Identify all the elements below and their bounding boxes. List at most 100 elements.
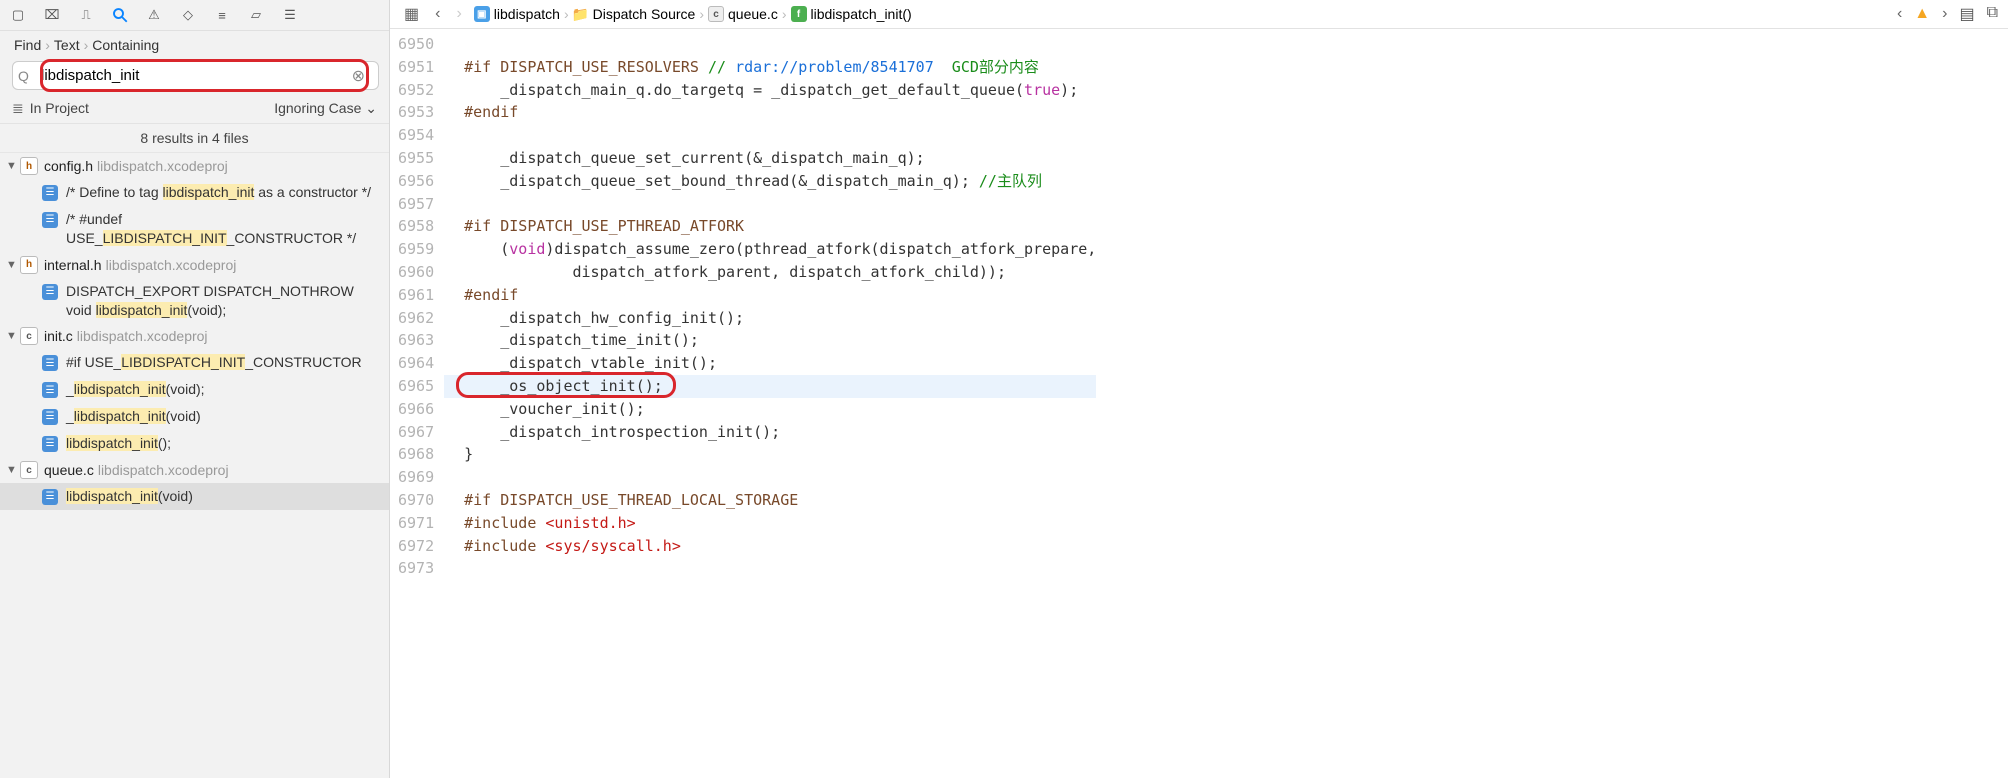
code-line[interactable]: dispatch_atfork_parent, dispatch_atfork_…: [444, 261, 1096, 284]
file-result-row[interactable]: ▼cqueue.clibdispatch.xcodeproj: [0, 457, 389, 483]
file-project: libdispatch.xcodeproj: [77, 328, 208, 344]
code-line[interactable]: [444, 466, 1096, 489]
code-line[interactable]: }: [444, 443, 1096, 466]
code-line[interactable]: #if DISPATCH_USE_THREAD_LOCAL_STORAGE: [444, 489, 1096, 512]
search-scope-row: ≣In Project Ignoring Case ⌄: [0, 96, 389, 124]
disclosure-icon[interactable]: ▼: [6, 259, 20, 271]
code-line[interactable]: [444, 124, 1096, 147]
scope-left[interactable]: ≣In Project: [12, 100, 89, 117]
code-content[interactable]: #if DISPATCH_USE_RESOLVERS // rdar://pro…: [444, 29, 1096, 778]
file-result-row[interactable]: ▼c init.clibdispatch.xcodeproj: [0, 323, 389, 349]
file-name: queue.c: [44, 462, 94, 478]
disclosure-icon[interactable]: ▼: [6, 330, 20, 342]
code-line[interactable]: _dispatch_time_init();: [444, 329, 1096, 352]
case-option[interactable]: Ignoring Case ⌄: [274, 100, 377, 117]
path-breadcrumb[interactable]: ▣ libdispatch › 📁 Dispatch Source › c qu…: [474, 6, 912, 22]
disclosure-icon[interactable]: ▼: [6, 464, 20, 476]
prev-issue-button[interactable]: ‹: [1893, 5, 1906, 23]
file-name: init.c: [44, 328, 73, 344]
match-row[interactable]: ☰#if USE_LIBDISPATCH_INIT_CONSTRUCTOR: [0, 349, 389, 376]
file-type-icon: c: [20, 461, 38, 479]
folder-icon: 📁: [573, 6, 589, 22]
function-icon: f: [791, 6, 807, 22]
match-text: /* Define to tag libdispatch_init as a c…: [66, 183, 381, 202]
code-line[interactable]: _os_object_init();: [444, 375, 1096, 398]
match-row[interactable]: ☰_libdispatch_init(void): [0, 403, 389, 430]
search-field-wrap: Q ⊗: [10, 61, 379, 90]
symbol-icon[interactable]: ⌧: [42, 5, 62, 25]
match-row[interactable]: ☰ _libdispatch_init(void);: [0, 376, 389, 403]
scope-icon: ≣: [12, 100, 24, 116]
match-row[interactable]: ☰DISPATCH_EXPORT DISPATCH_NOTHROW void l…: [0, 278, 389, 324]
code-line[interactable]: _dispatch_queue_set_bound_thread(&_dispa…: [444, 170, 1096, 193]
editor-jumpbar: ▦ ‹ › ▣ libdispatch › 📁 Dispatch Source …: [390, 0, 2008, 29]
code-line[interactable]: [444, 193, 1096, 216]
match-icon: ☰: [42, 355, 58, 371]
code-line[interactable]: (void)dispatch_assume_zero(pthread_atfor…: [444, 238, 1096, 261]
hierarchy-icon[interactable]: ⎍: [76, 5, 96, 25]
match-icon: ☰: [42, 185, 58, 201]
adjust-editor-icon[interactable]: ⧉: [1987, 4, 1998, 24]
issue-icon[interactable]: ⚠: [144, 5, 164, 25]
file-result-row[interactable]: ▼hinternal.hlibdispatch.xcodeproj: [0, 252, 389, 278]
code-line[interactable]: #include <sys/syscall.h>: [444, 535, 1096, 558]
match-row[interactable]: ☰ /* Define to tag libdispatch_init as a …: [0, 179, 389, 206]
report-icon[interactable]: ☰: [280, 5, 300, 25]
code-line[interactable]: _dispatch_hw_config_init();: [444, 307, 1096, 330]
match-text: libdispatch_init(void): [66, 487, 381, 506]
test-icon[interactable]: ◇: [178, 5, 198, 25]
back-button[interactable]: ‹: [431, 5, 444, 23]
code-editor[interactable]: 6950695169526953695469556956695769586959…: [390, 29, 2008, 778]
minimap-icon[interactable]: ▤: [1959, 4, 1974, 24]
sidebar-toolbar: ▢ ⌧ ⎍ ⚠ ◇ ≡ ▱ ☰: [0, 0, 389, 31]
related-items-icon[interactable]: ▦: [400, 4, 423, 24]
results-summary: 8 results in 4 files: [0, 124, 389, 153]
tag-icon[interactable]: ▱: [246, 5, 266, 25]
file-type-icon: c: [20, 327, 38, 345]
debug-icon[interactable]: ≡: [212, 5, 232, 25]
file-type-icon: h: [20, 157, 38, 175]
search-input[interactable]: [12, 61, 379, 90]
match-text: _libdispatch_init(void): [66, 407, 381, 426]
find-mode-breadcrumb[interactable]: Find › Text › Containing: [0, 31, 389, 57]
file-result-row[interactable]: ▼hconfig.hlibdispatch.xcodeproj: [0, 153, 389, 179]
clear-icon[interactable]: ⊗: [352, 66, 365, 86]
file-name: internal.h: [44, 257, 102, 273]
match-icon: ☰: [42, 382, 58, 398]
code-line[interactable]: _dispatch_queue_set_current(&_dispatch_m…: [444, 147, 1096, 170]
chevron-icon: ›: [782, 6, 787, 22]
code-line[interactable]: _voucher_init();: [444, 398, 1096, 421]
match-text: _libdispatch_init(void);: [66, 380, 381, 399]
code-line[interactable]: #endif: [444, 284, 1096, 307]
chevron-icon: ›: [564, 6, 569, 22]
match-icon: ☰: [42, 436, 58, 452]
search-glyph-icon: Q: [18, 68, 29, 84]
find-crumb: Containing: [92, 37, 159, 53]
match-row[interactable]: ☰ libdispatch_init(void): [0, 483, 389, 510]
code-line[interactable]: _dispatch_main_q.do_targetq = _dispatch_…: [444, 79, 1096, 102]
warning-icon[interactable]: ▲: [1914, 5, 1930, 23]
match-row[interactable]: ☰libdispatch_init();: [0, 430, 389, 457]
highlight-annotation: [456, 372, 676, 398]
code-line[interactable]: [444, 557, 1096, 580]
match-text: DISPATCH_EXPORT DISPATCH_NOTHROW void li…: [66, 282, 381, 320]
code-line[interactable]: _dispatch_introspection_init();: [444, 421, 1096, 444]
code-line[interactable]: [444, 33, 1096, 56]
chevron-down-icon: ⌄: [365, 100, 377, 116]
find-crumb: Text: [54, 37, 80, 53]
chevron-icon: ›: [84, 37, 89, 53]
code-line[interactable]: #endif: [444, 101, 1096, 124]
results-list[interactable]: ▼hconfig.hlibdispatch.xcodeproj☰/* Defin…: [0, 153, 389, 778]
code-line[interactable]: #if DISPATCH_USE_PTHREAD_ATFORK: [444, 215, 1096, 238]
code-line[interactable]: #if DISPATCH_USE_RESOLVERS // rdar://pro…: [444, 56, 1096, 79]
search-icon[interactable]: [110, 5, 130, 25]
forward-button[interactable]: ›: [452, 5, 465, 23]
match-icon: ☰: [42, 489, 58, 505]
folder-icon[interactable]: ▢: [8, 5, 28, 25]
code-line[interactable]: _dispatch_vtable_init();: [444, 352, 1096, 375]
file-name: config.h: [44, 158, 93, 174]
next-issue-button[interactable]: ›: [1938, 5, 1951, 23]
code-line[interactable]: #include <unistd.h>: [444, 512, 1096, 535]
match-row[interactable]: ☰/* #undef USE_LIBDISPATCH_INIT_CONSTRUC…: [0, 206, 389, 252]
disclosure-icon[interactable]: ▼: [6, 160, 20, 172]
